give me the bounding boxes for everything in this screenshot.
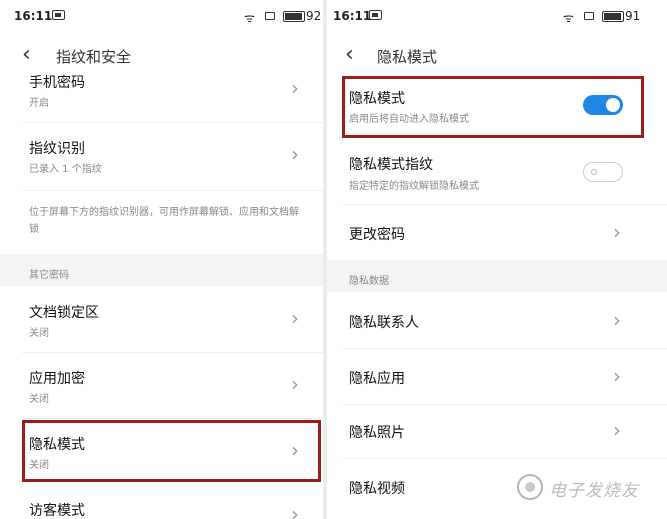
page-header: ‹ 隐私模式 [327,38,667,74]
item-title: 文档锁定区 [29,305,99,321]
divider [22,418,323,419]
list-item-phone-password[interactable]: 手机密码 开启 › [0,68,323,120]
watermark-icon [517,474,543,500]
battery-level: 92 [306,9,322,23]
chevron-right-icon: › [291,76,299,100]
chevron-right-icon: › [291,372,299,396]
item-title: 访客模式 [29,503,85,519]
list-item-private-apps[interactable]: 隐私应用 › [327,352,667,402]
section-header: 其它密码 [0,254,323,286]
watermark-text: 电子发烧友 [549,481,639,501]
screen-icon [584,12,594,20]
chevron-right-icon: › [613,308,621,332]
fingerprint-note: 位于屏幕下方的指纹识别器，可用作屏幕解锁、应用和文档解锁 [29,207,299,235]
item-subtitle: 关闭 [29,394,49,405]
privacy-fingerprint-row[interactable]: 隐私模式指纹 指定特定的指纹解锁隐私模式 [327,144,667,200]
message-icon [369,10,382,20]
item-subtitle: 已录入 1 个指纹 [29,164,102,175]
right-screen: 16:11 ᯤ 91 ‹ 隐私模式 隐私模式 启用后将自动进入隐私模式 隐私模式… [327,0,667,519]
highlight-box [22,420,321,482]
wifi-icon: ᯤ [563,11,574,25]
privacy-fingerprint-toggle[interactable] [583,162,623,182]
chevron-right-icon: › [613,418,621,442]
section-label: 隐私数据 [349,276,389,287]
item-title: 隐私视频 [349,481,405,497]
page-title: 指纹和安全 [56,48,132,66]
battery-icon [602,11,624,22]
divider [22,122,323,123]
chevron-right-icon: › [613,364,621,388]
status-bar: 16:11 ᯤ 92 [0,0,323,28]
item-subtitle: 关闭 [29,328,49,339]
watermark-logo: 电子发烧友 [517,470,657,506]
item-title: 隐私应用 [349,371,405,387]
chevron-right-icon: › [291,142,299,166]
item-title: 隐私模式指纹 [349,157,433,173]
item-title: 应用加密 [29,371,85,387]
list-item-private-photos[interactable]: 隐私照片 › [327,406,667,456]
item-subtitle: 指定特定的指纹解锁隐私模式 [349,181,479,192]
item-subtitle: 开启 [29,98,49,109]
status-time: 16:11 [14,9,53,23]
change-password-row[interactable]: 更改密码 › [327,208,667,256]
battery-icon [283,11,305,22]
back-button[interactable]: ‹ [345,44,354,66]
highlight-box [342,76,644,138]
item-title: 更改密码 [349,227,405,243]
chevron-right-icon: › [291,306,299,330]
divider [343,348,667,349]
divider [22,352,323,353]
divider [22,190,323,191]
wifi-icon: ᯤ [244,11,255,25]
page-title: 隐私模式 [377,48,438,66]
status-bar: 16:11 ᯤ 91 [327,0,667,28]
divider [343,204,667,205]
divider [343,458,667,459]
back-button[interactable]: ‹ [22,44,31,66]
screen-icon [265,12,275,20]
list-item-guest-mode[interactable]: 访客模式 › [0,492,323,519]
battery-level: 91 [625,9,641,23]
item-title: 隐私照片 [349,425,405,441]
item-title: 指纹识别 [29,141,85,157]
chevron-right-icon: › [291,502,299,519]
list-item-fingerprint[interactable]: 指纹识别 已录入 1 个指纹 › [0,130,323,186]
section-label: 其它密码 [29,270,69,281]
message-icon [52,10,65,20]
section-header: 隐私数据 [327,260,667,292]
left-screen: 16:11 ᯤ 92 ‹ 指纹和安全 手机密码 开启 › 指纹识别 已录入 1 … [0,0,323,519]
list-item-document-lock[interactable]: 文档锁定区 关闭 › [0,292,323,348]
item-title: 手机密码 [29,75,85,91]
chevron-right-icon: › [613,220,621,244]
item-title: 隐私联系人 [349,315,419,331]
list-item-app-encryption[interactable]: 应用加密 关闭 › [0,358,323,414]
status-time: 16:11 [333,9,372,23]
divider [343,404,667,405]
list-item-private-contacts[interactable]: 隐私联系人 › [327,296,667,346]
